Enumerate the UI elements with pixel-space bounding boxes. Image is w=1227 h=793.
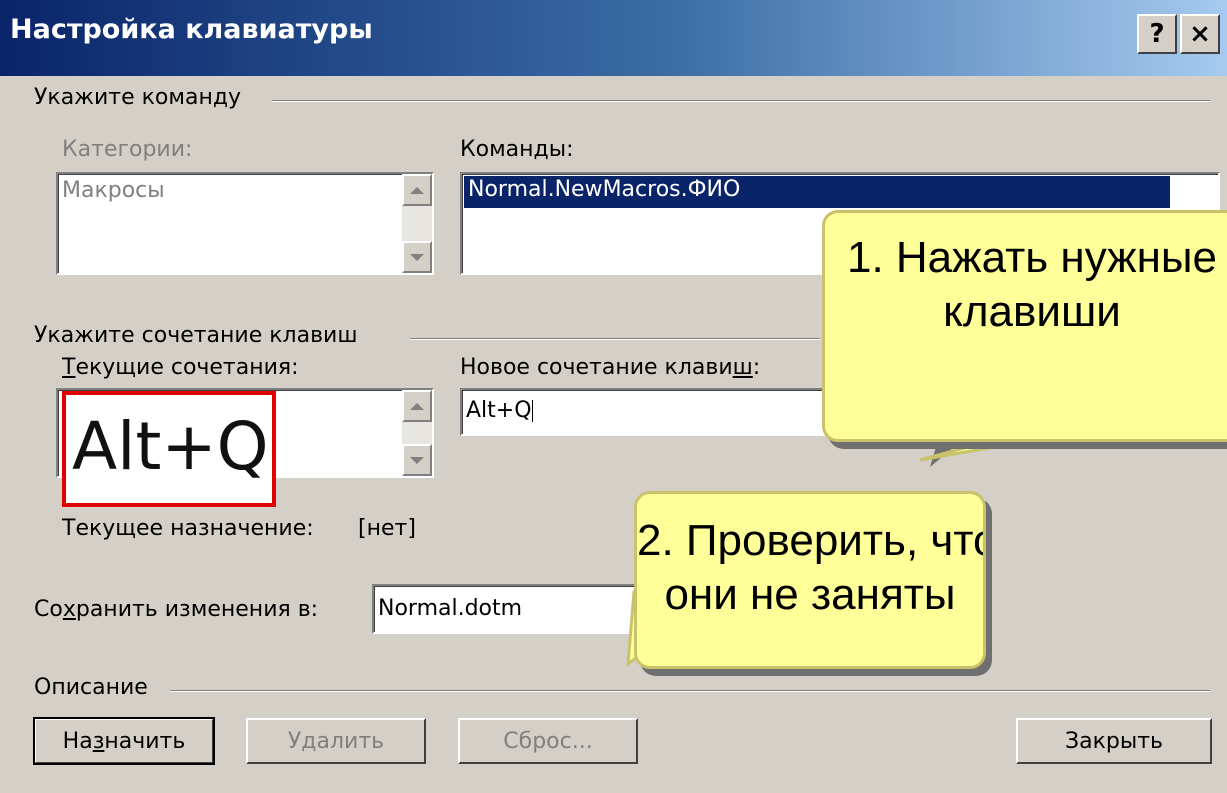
callout-check-free: 2. Проверить, что они не заняты xyxy=(634,491,986,669)
callout-two-line2: они не заняты xyxy=(664,570,956,619)
callout-two-line1: 2. Проверить, что xyxy=(637,516,986,565)
callout-two-tail xyxy=(626,590,725,668)
